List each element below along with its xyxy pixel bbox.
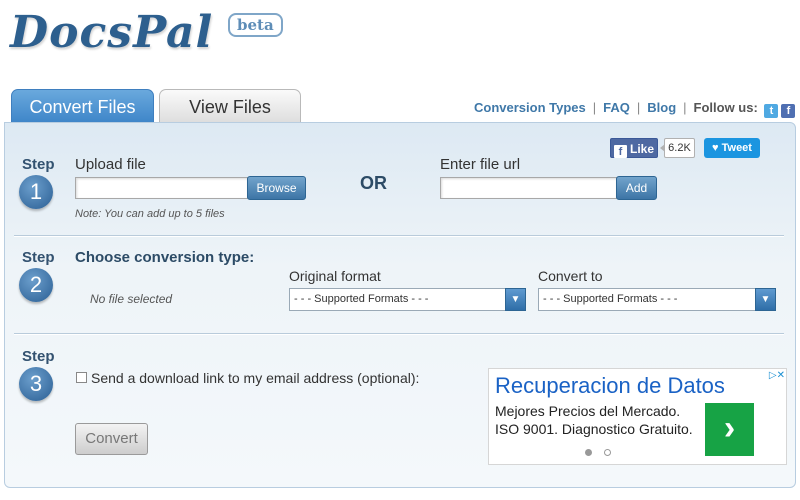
step-divider bbox=[14, 333, 784, 334]
upload-file-input[interactable] bbox=[75, 177, 248, 199]
ad-banner[interactable]: ▷✕ Recuperacion de Datos Mejores Precios… bbox=[488, 368, 787, 465]
like-count: 6.2K bbox=[660, 138, 695, 158]
facebook-icon: f bbox=[614, 145, 627, 158]
file-url-input[interactable] bbox=[440, 177, 617, 199]
nav-faq[interactable]: FAQ bbox=[603, 100, 630, 115]
upload-file-label: Upload file bbox=[75, 156, 146, 173]
ad-page-dot[interactable] bbox=[604, 449, 611, 456]
step-3-number: 3 bbox=[19, 367, 53, 401]
or-separator: OR bbox=[360, 173, 387, 193]
tweet-label: Tweet bbox=[721, 142, 752, 154]
step-1-label: Step bbox=[22, 156, 55, 173]
ad-line-2: ISO 9001. Diagnostico Gratuito. bbox=[495, 421, 693, 437]
nav-separator: | bbox=[683, 100, 687, 115]
chevron-down-icon[interactable]: ▼ bbox=[755, 288, 776, 311]
facebook-icon[interactable]: f bbox=[781, 104, 796, 118]
no-file-selected-text: No file selected bbox=[90, 292, 173, 306]
step-2-label: Step bbox=[22, 249, 55, 266]
convert-button[interactable]: Convert bbox=[75, 423, 148, 455]
chevron-right-icon[interactable]: › bbox=[705, 403, 754, 456]
email-link-checkbox[interactable] bbox=[76, 372, 87, 383]
nav-conversion-types[interactable]: Conversion Types bbox=[474, 100, 586, 115]
adchoices-icon[interactable]: ▷✕ bbox=[757, 370, 785, 384]
ad-title[interactable]: Recuperacion de Datos bbox=[495, 373, 725, 399]
nav-separator: | bbox=[592, 100, 597, 115]
convert-to-select[interactable]: - - - Supported Formats - - - ▼ bbox=[538, 288, 776, 311]
beta-badge: beta bbox=[228, 13, 283, 37]
tab-convert-files[interactable]: Convert Files bbox=[11, 89, 154, 122]
step-divider bbox=[14, 235, 784, 236]
like-label: Like bbox=[630, 142, 655, 156]
ad-line-1: Mejores Precios del Mercado. bbox=[495, 403, 681, 419]
chevron-down-icon[interactable]: ▼ bbox=[505, 288, 526, 311]
upload-note: Note: You can add up to 5 files bbox=[75, 208, 225, 220]
tab-view-files[interactable]: View Files bbox=[159, 89, 301, 122]
file-url-label: Enter file url bbox=[440, 156, 521, 173]
step-1-number: 1 bbox=[19, 175, 53, 209]
original-format-label: Original format bbox=[289, 268, 381, 284]
follow-us-label: Follow us: bbox=[693, 100, 758, 115]
ad-page-dot-active[interactable] bbox=[585, 449, 592, 456]
tweet-button[interactable]: ♥ Tweet bbox=[704, 138, 760, 158]
top-nav: Conversion Types | FAQ | Blog | Follow us: tf bbox=[474, 100, 796, 118]
convert-to-value: - - - Supported Formats - - - bbox=[543, 293, 678, 305]
browse-button[interactable]: Browse bbox=[247, 176, 306, 200]
facebook-like-button[interactable]: f Like bbox=[610, 138, 658, 158]
docspal-logo[interactable]: DocsPal bbox=[10, 8, 213, 58]
add-url-button[interactable]: Add bbox=[616, 176, 657, 200]
email-link-label[interactable]: Send a download link to my email address… bbox=[91, 370, 419, 386]
twitter-icon[interactable]: t bbox=[764, 104, 779, 118]
convert-to-label: Convert to bbox=[538, 268, 603, 284]
original-format-select[interactable]: - - - Supported Formats - - - ▼ bbox=[289, 288, 526, 311]
step-3-label: Step bbox=[22, 348, 55, 365]
conversion-type-title: Choose conversion type: bbox=[75, 249, 255, 266]
nav-separator: | bbox=[636, 100, 641, 115]
step-2-number: 2 bbox=[19, 268, 53, 302]
twitter-bird-icon: ♥ bbox=[712, 142, 719, 154]
nav-blog[interactable]: Blog bbox=[647, 100, 676, 115]
original-format-value: - - - Supported Formats - - - bbox=[294, 293, 429, 305]
